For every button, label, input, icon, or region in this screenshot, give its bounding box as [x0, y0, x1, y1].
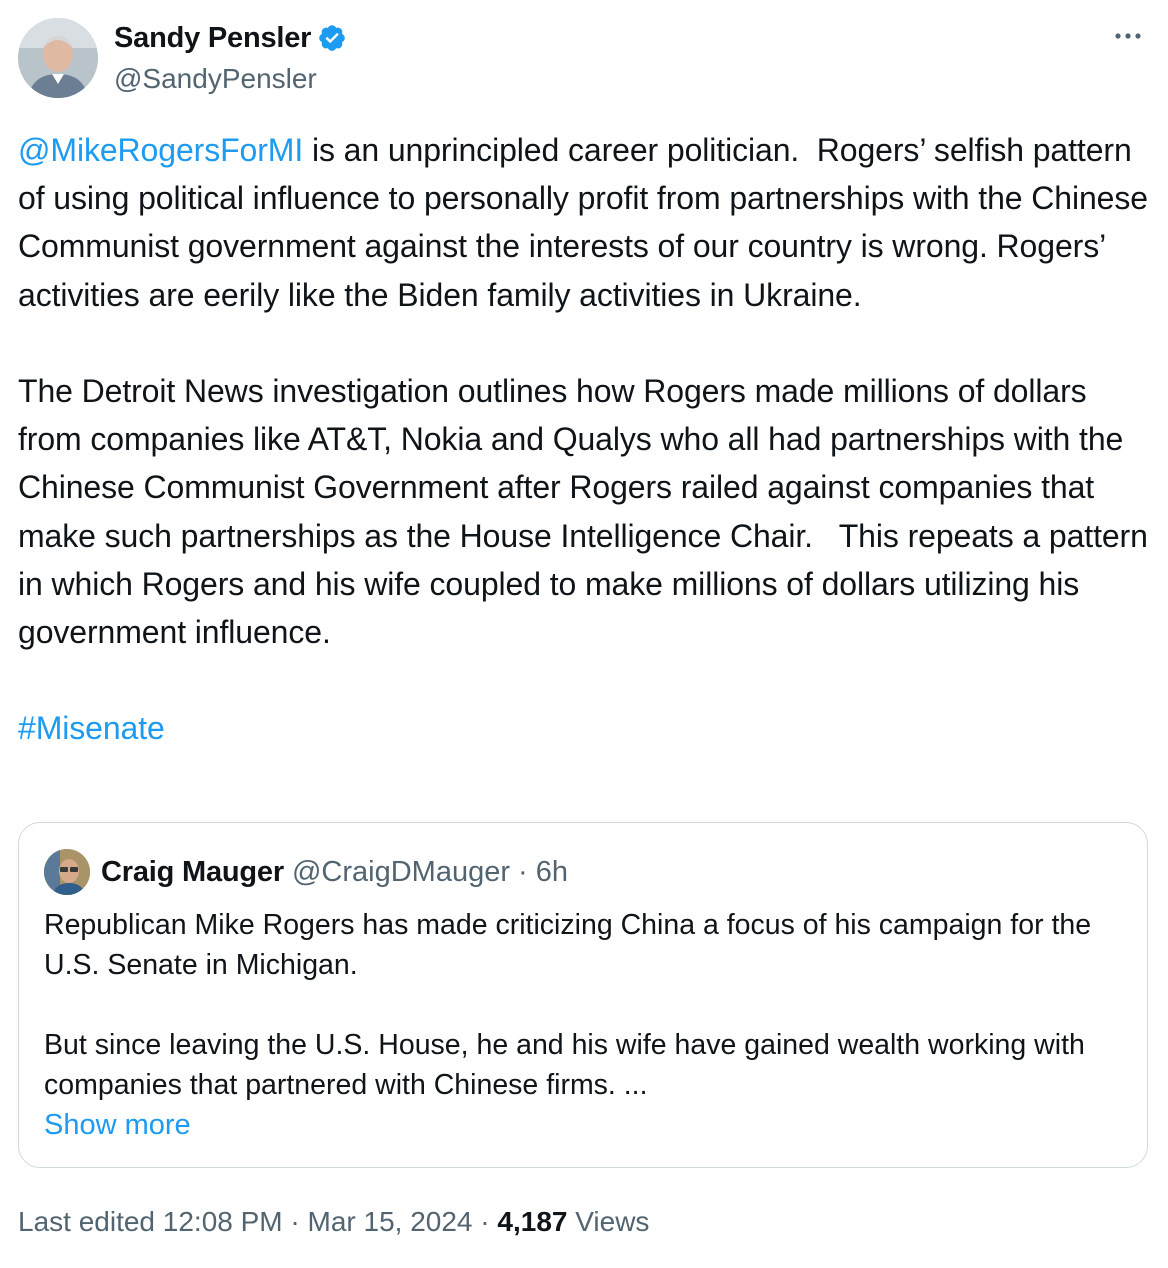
author-avatar[interactable]: [18, 18, 98, 98]
author-display-name[interactable]: Sandy Pensler: [114, 20, 311, 56]
views-label: Views: [567, 1206, 650, 1237]
quoted-separator: ·: [510, 856, 536, 888]
quoted-header: Craig Mauger @CraigDMauger · 6h: [101, 853, 568, 891]
ellipsis-icon[interactable]: [1110, 22, 1146, 50]
quoted-author-avatar[interactable]: [44, 849, 90, 895]
edited-timestamp[interactable]: Last edited 12:08 PM · Mar 15, 2024 ·: [18, 1206, 497, 1237]
quoted-author-name[interactable]: Craig Mauger: [101, 856, 284, 888]
mention-link[interactable]: @MikeRogersForMI: [18, 132, 303, 168]
quoted-tweet-card[interactable]: Craig Mauger @CraigDMauger · 6h Republic…: [18, 822, 1148, 1168]
views-count: 4,187: [497, 1206, 568, 1237]
tweet-body: is an unprincipled career politician. Ro…: [18, 132, 1148, 651]
tweet-meta: Last edited 12:08 PM · Mar 15, 2024 · 4,…: [18, 1202, 649, 1242]
author-handle[interactable]: @SandyPensler: [114, 62, 317, 96]
person-avatar-icon: [18, 18, 98, 98]
hashtag-link[interactable]: #Misenate: [18, 710, 165, 746]
author-name-row: Sandy Pensler: [114, 20, 347, 56]
verified-badge-icon[interactable]: [317, 23, 347, 53]
quoted-author-handle[interactable]: @CraigDMauger: [292, 856, 510, 888]
tweet-text: @MikeRogersForMI is an unprincipled care…: [18, 126, 1153, 753]
tweet: Sandy Pensler @SandyPensler @MikeRogersF…: [0, 0, 1168, 1268]
show-more-link[interactable]: Show more: [44, 1105, 191, 1145]
quoted-person-avatar-icon: [44, 849, 90, 895]
quoted-text: Republican Mike Rogers has made criticiz…: [44, 909, 1092, 1101]
quoted-timestamp[interactable]: 6h: [536, 856, 568, 888]
